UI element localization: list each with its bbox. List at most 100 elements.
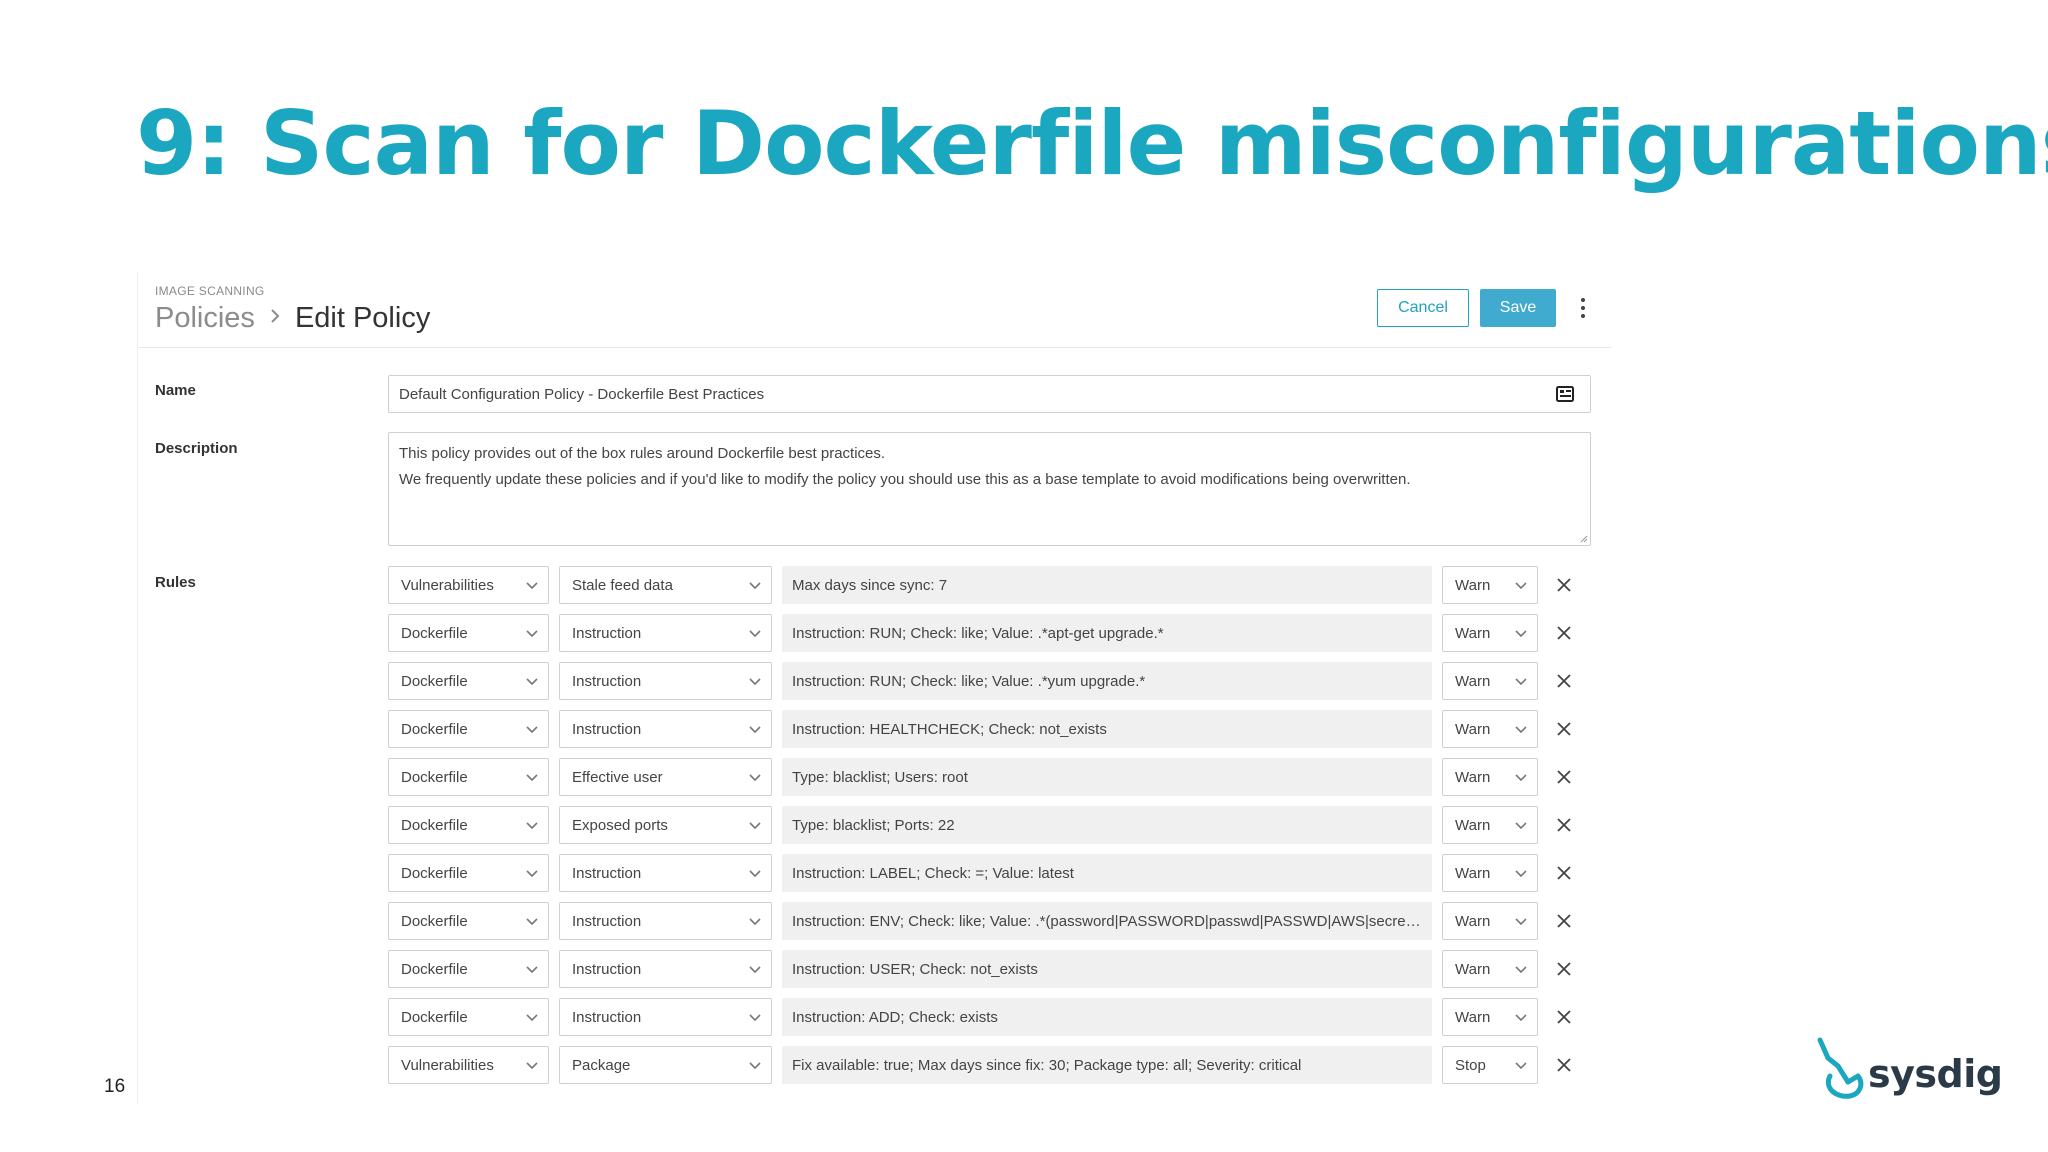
chevron-down-icon <box>749 966 761 974</box>
rule-action-select[interactable]: Warn <box>1442 614 1538 652</box>
rule-gate-select[interactable]: Instruction <box>559 950 772 988</box>
rule-parameters-value: Max days since sync: 7 <box>792 576 948 594</box>
chevron-down-icon <box>1515 678 1527 686</box>
rule-category-select[interactable]: Dockerfile <box>388 758 549 796</box>
save-button[interactable]: Save <box>1480 289 1556 327</box>
rule-action-value: Warn <box>1455 864 1491 882</box>
rule-parameters-field[interactable]: Instruction: ADD; Check: exists <box>782 998 1432 1036</box>
rule-gate-value: Exposed ports <box>572 816 668 834</box>
slide-title: 9: Scan for Dockerfile misconfigurations <box>136 92 2048 195</box>
rule-gate-value: Instruction <box>572 864 642 882</box>
rule-action-select[interactable]: Warn <box>1442 950 1538 988</box>
chevron-down-icon <box>1515 1062 1527 1070</box>
rule-action-select[interactable]: Warn <box>1442 854 1538 892</box>
rule-gate-select[interactable]: Instruction <box>559 902 772 940</box>
sysdig-logo: sysdig <box>1814 1036 2004 1102</box>
resize-grip-icon[interactable] <box>1580 535 1588 543</box>
rule-parameters-field[interactable]: Instruction: LABEL; Check: =; Value: lat… <box>782 854 1432 892</box>
rule-category-value: Dockerfile <box>401 672 468 690</box>
rule-category-select[interactable]: Dockerfile <box>388 998 549 1036</box>
id-card-icon <box>1556 386 1574 402</box>
chevron-down-icon <box>1515 1014 1527 1022</box>
rule-category-select[interactable]: Dockerfile <box>388 854 549 892</box>
rule-gate-select[interactable]: Instruction <box>559 662 772 700</box>
rule-category-select[interactable]: Dockerfile <box>388 710 549 748</box>
chevron-down-icon <box>1515 726 1527 734</box>
rule-action-select[interactable]: Stop <box>1442 1046 1538 1084</box>
rule-action-value: Warn <box>1455 672 1491 690</box>
chevron-down-icon <box>749 678 761 686</box>
rule-gate-select[interactable]: Effective user <box>559 758 772 796</box>
rule-action-select[interactable]: Warn <box>1442 998 1538 1036</box>
rule-action-value: Warn <box>1455 960 1491 978</box>
rule-gate-select[interactable]: Exposed ports <box>559 806 772 844</box>
rule-action-value: Warn <box>1455 1008 1491 1026</box>
rule-gate-select[interactable]: Instruction <box>559 614 772 652</box>
rule-action-select[interactable]: Warn <box>1442 758 1538 796</box>
rule-action-select[interactable]: Warn <box>1442 662 1538 700</box>
page-header: IMAGE SCANNING Policies Edit Policy Canc… <box>138 272 1612 348</box>
rule-gate-select[interactable]: Stale feed data <box>559 566 772 604</box>
rule-parameters-field[interactable]: Instruction: ENV; Check: like; Value: .*… <box>782 902 1432 940</box>
cancel-button[interactable]: Cancel <box>1377 289 1469 327</box>
close-icon[interactable] <box>1556 961 1572 977</box>
rule-parameters-field[interactable]: Type: blacklist; Users: root <box>782 758 1432 796</box>
rule-parameters-field[interactable]: Instruction: RUN; Check: like; Value: .*… <box>782 614 1432 652</box>
description-textarea[interactable]: This policy provides out of the box rule… <box>388 432 1591 546</box>
vertical-dots-icon[interactable] <box>1578 296 1588 320</box>
rule-row: Vulnerabilities Package Fix available: tru… <box>388 1046 1608 1094</box>
rule-category-select[interactable]: Vulnerabilities <box>388 1046 549 1084</box>
rule-gate-value: Instruction <box>572 912 642 930</box>
rule-action-select[interactable]: Warn <box>1442 710 1538 748</box>
rule-category-value: Dockerfile <box>401 816 468 834</box>
close-icon[interactable] <box>1556 1009 1572 1025</box>
close-icon[interactable] <box>1556 865 1572 881</box>
rule-category-value: Dockerfile <box>401 912 468 930</box>
rule-parameters-field[interactable]: Type: blacklist; Ports: 22 <box>782 806 1432 844</box>
rule-category-value: Dockerfile <box>401 1008 468 1026</box>
close-icon[interactable] <box>1556 1057 1572 1073</box>
close-icon[interactable] <box>1556 817 1572 833</box>
close-icon[interactable] <box>1556 721 1572 737</box>
rule-action-select[interactable]: Warn <box>1442 566 1538 604</box>
rule-parameters-field[interactable]: Instruction: USER; Check: not_exists <box>782 950 1432 988</box>
rule-parameters-value: Instruction: RUN; Check: like; Value: .*… <box>792 672 1146 690</box>
rule-row: Dockerfile Instruction Instruction: RUN; C… <box>388 662 1608 710</box>
close-icon[interactable] <box>1556 913 1572 929</box>
close-icon[interactable] <box>1556 577 1572 593</box>
rule-parameters-field[interactable]: Instruction: RUN; Check: like; Value: .*… <box>782 662 1432 700</box>
rule-category-select[interactable]: Vulnerabilities <box>388 566 549 604</box>
rule-row: Dockerfile Exposed ports Type: blacklist; … <box>388 806 1608 854</box>
rule-row: Dockerfile Instruction Instruction: RUN; C… <box>388 614 1608 662</box>
rule-action-select[interactable]: Warn <box>1442 806 1538 844</box>
chevron-down-icon <box>526 1062 538 1070</box>
rule-parameters-field[interactable]: Fix available: true; Max days since fix:… <box>782 1046 1432 1084</box>
chevron-down-icon <box>526 582 538 590</box>
chevron-down-icon <box>526 774 538 782</box>
rule-gate-value: Stale feed data <box>572 576 673 594</box>
chevron-down-icon <box>1515 966 1527 974</box>
rule-gate-value: Instruction <box>572 1008 642 1026</box>
close-icon[interactable] <box>1556 673 1572 689</box>
rule-category-select[interactable]: Dockerfile <box>388 902 549 940</box>
rule-gate-select[interactable]: Package <box>559 1046 772 1084</box>
rule-row: Vulnerabilities Stale feed data Max days s… <box>388 566 1608 614</box>
rule-parameters-field[interactable]: Instruction: HEALTHCHECK; Check: not_exi… <box>782 710 1432 748</box>
rule-category-select[interactable]: Dockerfile <box>388 614 549 652</box>
chevron-down-icon <box>749 822 761 830</box>
chevron-down-icon <box>1515 870 1527 878</box>
policy-name-input[interactable]: Default Configuration Policy - Dockerfil… <box>388 375 1591 413</box>
breadcrumb: Policies Edit Policy <box>155 298 430 338</box>
rule-parameters-value: Instruction: ENV; Check: like; Value: .*… <box>792 912 1422 930</box>
rule-category-select[interactable]: Dockerfile <box>388 662 549 700</box>
close-icon[interactable] <box>1556 625 1572 641</box>
close-icon[interactable] <box>1556 769 1572 785</box>
rule-action-select[interactable]: Warn <box>1442 902 1538 940</box>
breadcrumb-policies-link[interactable]: Policies <box>155 302 255 335</box>
rule-parameters-field[interactable]: Max days since sync: 7 <box>782 566 1432 604</box>
rule-category-select[interactable]: Dockerfile <box>388 806 549 844</box>
rule-gate-select[interactable]: Instruction <box>559 854 772 892</box>
rule-category-select[interactable]: Dockerfile <box>388 950 549 988</box>
rule-gate-select[interactable]: Instruction <box>559 998 772 1036</box>
rule-gate-select[interactable]: Instruction <box>559 710 772 748</box>
